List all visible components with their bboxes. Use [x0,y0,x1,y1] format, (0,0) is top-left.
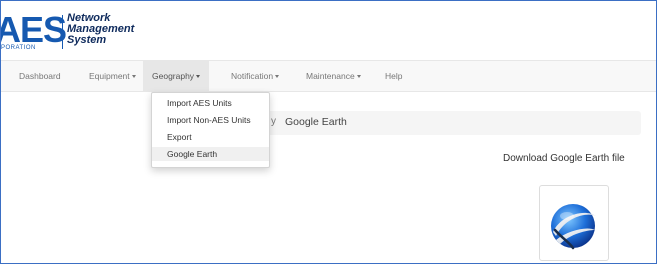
aes-logo[interactable]: AES PORATION Network Management System [0,9,201,52]
nav-help[interactable]: Help [385,61,402,91]
breadcrumb-parent[interactable]: y [271,116,276,127]
logo-abbr: AES [0,9,67,50]
menu-item-export[interactable]: Export [152,130,269,144]
nav-notification[interactable]: Notification [231,61,280,91]
nav-geography[interactable]: Geography [143,61,210,91]
nav-maintenance-label: Maintenance [306,71,355,81]
menu-item-import-aes-units[interactable]: Import AES Units [152,96,269,110]
google-earth-download-button[interactable] [539,185,609,261]
nav-dashboard-label: Dashboard [19,71,61,81]
logo-line-3: System [67,34,107,46]
logo-divider [62,15,63,49]
nav-geography-label: Geography [152,71,195,81]
nav-notification-label: Notification [231,71,274,81]
menu-item-label: Import AES Units [167,98,232,108]
geography-dropdown-menu: Import AES Units Import Non-AES Units Ex… [151,92,270,168]
nav-help-label: Help [385,71,403,81]
main-navbar: Dashboard Equipment Geography Notificati… [1,60,656,92]
nav-dashboard[interactable]: Dashboard [19,61,61,91]
nav-maintenance[interactable]: Maintenance [306,61,361,91]
breadcrumb-current: Google Earth [285,116,347,128]
chevron-down-icon [131,75,136,79]
chevron-down-icon [356,75,361,79]
app-window: AES PORATION Network Management System D… [0,0,657,264]
menu-item-import-non-aes-units[interactable]: Import Non-AES Units [152,113,269,127]
chevron-down-icon [196,75,201,79]
logo-product-name: Network Management System [67,13,134,46]
chevron-down-icon [275,75,280,79]
nav-equipment-label: Equipment [89,71,130,81]
google-earth-icon [551,204,596,250]
menu-item-label: Export [167,132,192,142]
menu-item-label: Import Non-AES Units [167,115,251,125]
nav-equipment[interactable]: Equipment [89,61,136,91]
menu-item-label: Google Earth [167,149,218,159]
logo-corporation: PORATION [1,45,36,51]
menu-item-google-earth[interactable]: Google Earth [152,147,269,161]
download-google-earth-label: Download Google Earth file [503,153,625,164]
